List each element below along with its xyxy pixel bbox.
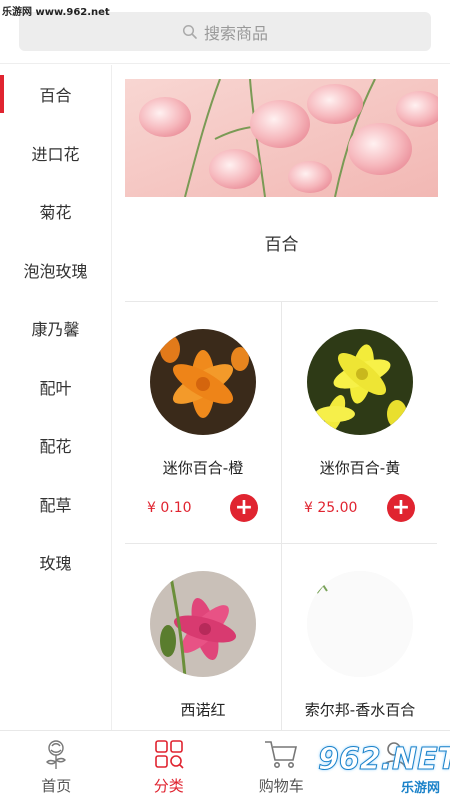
product-name: 迷你百合-橙 — [162, 459, 244, 477]
sidebar-item-grass[interactable]: 配草 — [0, 475, 111, 534]
sidebar-item-carnation[interactable]: 康乃馨 — [0, 299, 111, 358]
product-name: 西诺红 — [180, 701, 226, 719]
loading-image-placeholder[interactable] — [307, 571, 413, 677]
watermark-logo-text: 962.NET — [317, 741, 450, 777]
sidebar-item-lily[interactable]: 百合 — [0, 65, 111, 124]
search-icon — [182, 24, 198, 40]
tab-label: 首页 — [41, 777, 72, 795]
tab-label: 购物车 — [258, 777, 304, 795]
orange-lily-photo[interactable] — [150, 329, 256, 435]
sidebar-item-bubble-rose[interactable]: 泡泡玫瑰 — [0, 241, 111, 300]
tab-label: 分类 — [153, 777, 184, 795]
tab-home[interactable]: 首页 — [0, 731, 113, 800]
category-content: 百合 迷你百合-橙 ¥ 0.10 + 迷你百合-黄 ¥ 25.00 + 西诺红 … — [113, 65, 450, 730]
pink-lily-photo[interactable] — [150, 571, 256, 677]
product-card[interactable]: 迷你百合-黄 ¥ 25.00 + — [281, 302, 437, 543]
product-card[interactable]: 迷你百合-橙 ¥ 0.10 + — [125, 302, 281, 543]
yellow-lily-photo[interactable] — [307, 329, 413, 435]
product-name: 迷你百合-黄 — [319, 459, 401, 477]
watermark-logo-subtext: 乐游网 — [400, 781, 440, 796]
tab-category[interactable]: 分类 — [113, 731, 226, 800]
add-to-cart-button[interactable]: + — [387, 494, 415, 522]
flower-home-icon — [41, 737, 71, 771]
sidebar-item-chrysanthemum[interactable]: 菊花 — [0, 182, 111, 241]
product-card[interactable]: 西诺红 — [125, 543, 281, 730]
section-title: 百合 — [264, 235, 299, 255]
category-banner[interactable] — [125, 79, 438, 197]
sidebar-item-filler-flower[interactable]: 配花 — [0, 416, 111, 475]
sidebar-item-foliage[interactable]: 配叶 — [0, 358, 111, 417]
product-card[interactable]: 索尔邦-香水百合 — [281, 543, 437, 730]
watermark-text: 乐游网 www.962.net — [2, 7, 110, 18]
product-price: ¥ 0.10 — [147, 500, 192, 516]
category-grid-icon — [154, 737, 184, 771]
cart-icon — [263, 737, 299, 771]
category-sidebar: 百合 进口花 菊花 泡泡玫瑰 康乃馨 配叶 配花 配草 玫瑰 — [0, 65, 112, 730]
product-name: 索尔邦-香水百合 — [304, 701, 416, 719]
watermark-logo: 962.NET 乐游网 — [317, 736, 450, 796]
product-price: ¥ 25.00 — [304, 500, 358, 516]
search-placeholder: 搜索商品 — [203, 23, 268, 43]
add-to-cart-button[interactable]: + — [230, 494, 258, 522]
sidebar-item-rose[interactable]: 玫瑰 — [0, 533, 111, 592]
sidebar-item-imported[interactable]: 进口花 — [0, 124, 111, 183]
